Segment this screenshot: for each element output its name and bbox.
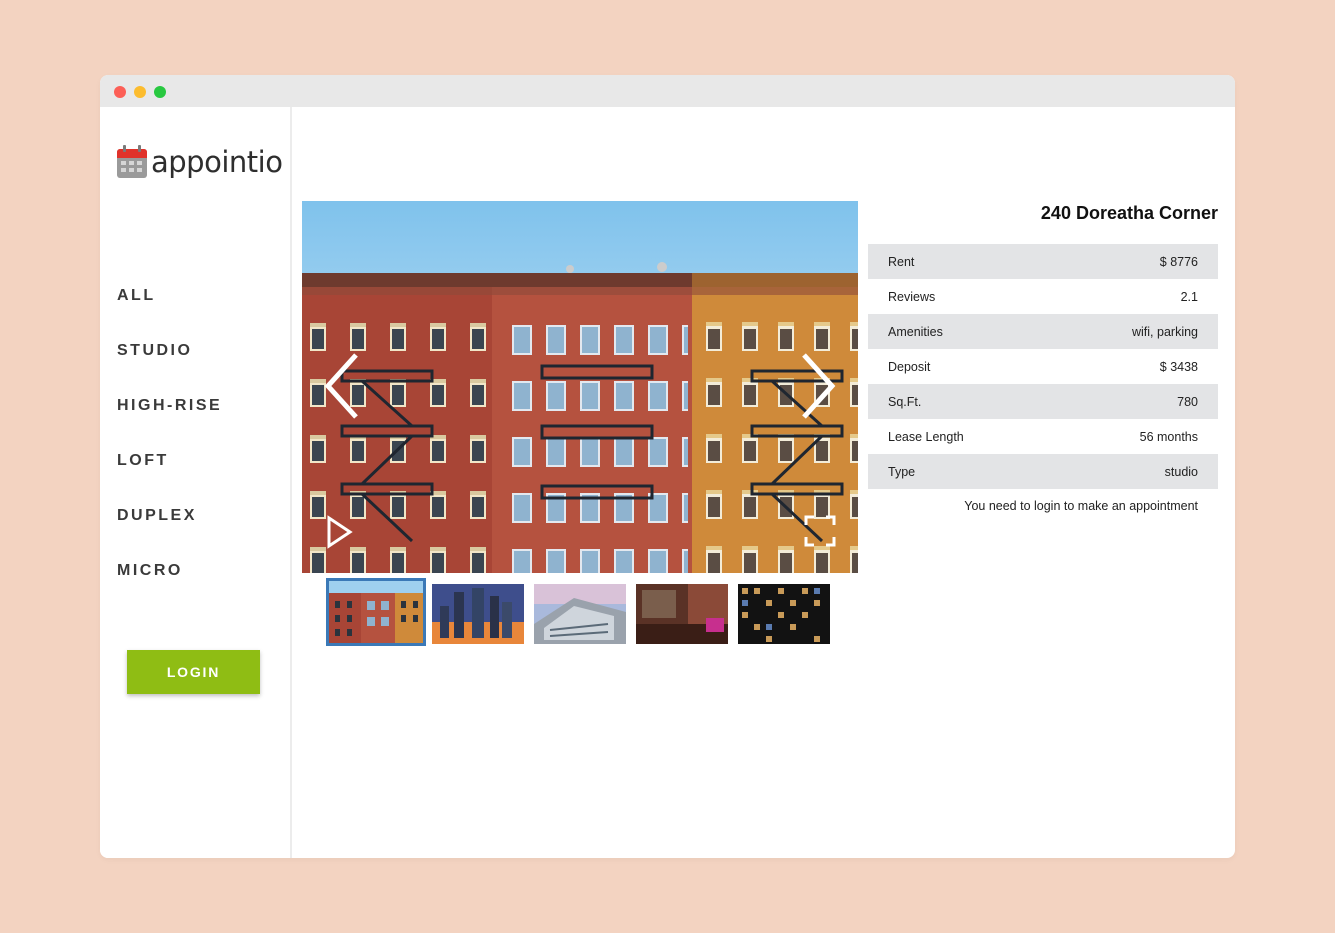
nav-item-high-rise[interactable]: HIGH-RISE: [117, 397, 222, 452]
image-gallery: [302, 201, 858, 573]
chevron-left-icon[interactable]: [322, 351, 362, 421]
thumbnail-2[interactable]: [432, 584, 524, 644]
chevron-right-icon[interactable]: [798, 351, 838, 421]
table-row: Lease Length 56 months: [868, 419, 1218, 454]
calendar-icon: [117, 145, 147, 178]
row-label: Deposit: [888, 359, 931, 374]
category-nav: ALL STUDIO HIGH-RISE LOFT DUPLEX MICRO: [117, 287, 222, 617]
close-window-button[interactable]: [114, 86, 126, 98]
row-value: 2.1: [1180, 289, 1198, 304]
row-value: $ 8776: [1159, 254, 1198, 269]
table-row: Sq.Ft. 780: [868, 384, 1218, 419]
nav-item-studio[interactable]: STUDIO: [117, 342, 222, 397]
nav-item-loft[interactable]: LOFT: [117, 452, 222, 507]
login-button[interactable]: LOGIN: [127, 650, 260, 694]
row-label: Rent: [888, 254, 915, 269]
play-icon[interactable]: [326, 515, 354, 549]
thumbnail-5[interactable]: [738, 584, 830, 644]
thumbnail-1[interactable]: [326, 578, 426, 646]
thumbnail-4[interactable]: [636, 584, 728, 644]
table-row: Deposit $ 3438: [868, 349, 1218, 384]
thumbnail-3[interactable]: [534, 584, 626, 644]
nav-item-micro[interactable]: MICRO: [117, 562, 222, 617]
sidebar: appointio ALL STUDIO HIGH-RISE LOFT DUPL…: [100, 107, 292, 858]
property-title: 240 Doreatha Corner: [1040, 203, 1218, 223]
row-value: 56 months: [1139, 429, 1198, 444]
row-value: 780: [1177, 394, 1198, 409]
row-label: Reviews: [888, 289, 936, 304]
app-window: appointio ALL STUDIO HIGH-RISE LOFT DUPL…: [100, 75, 1235, 858]
maximize-window-button[interactable]: [154, 86, 166, 98]
minimize-window-button[interactable]: [134, 86, 146, 98]
logo-text: appointio: [151, 145, 283, 179]
row-label: Type: [888, 464, 916, 479]
row-label: Lease Length: [888, 429, 964, 444]
row-value: $ 3438: [1159, 359, 1198, 374]
fullscreen-icon[interactable]: [804, 515, 836, 547]
row-value: studio: [1164, 464, 1198, 479]
title-bar: [100, 75, 1235, 107]
row-label: Amenities: [888, 324, 943, 339]
row-label: Sq.Ft.: [888, 394, 922, 409]
table-row: Rent $ 8776: [868, 244, 1218, 279]
row-value: wifi, parking: [1132, 324, 1198, 339]
main-photo: [302, 201, 858, 573]
table-row: Type studio: [868, 454, 1218, 489]
nav-item-duplex[interactable]: DUPLEX: [117, 507, 222, 562]
table-row: Amenities wifi, parking: [868, 314, 1218, 349]
nav-item-all[interactable]: ALL: [117, 287, 222, 342]
login-required-note: You need to login to make an appointment: [964, 499, 1198, 513]
main-content: 240 Doreatha Corner Rent $ 8776 Reviews …: [292, 107, 1235, 858]
property-details: 240 Doreatha Corner Rent $ 8776 Reviews …: [868, 201, 1218, 513]
property-info-table: Rent $ 8776 Reviews 2.1 Amenities wifi, …: [868, 244, 1218, 489]
table-row: Reviews 2.1: [868, 279, 1218, 314]
